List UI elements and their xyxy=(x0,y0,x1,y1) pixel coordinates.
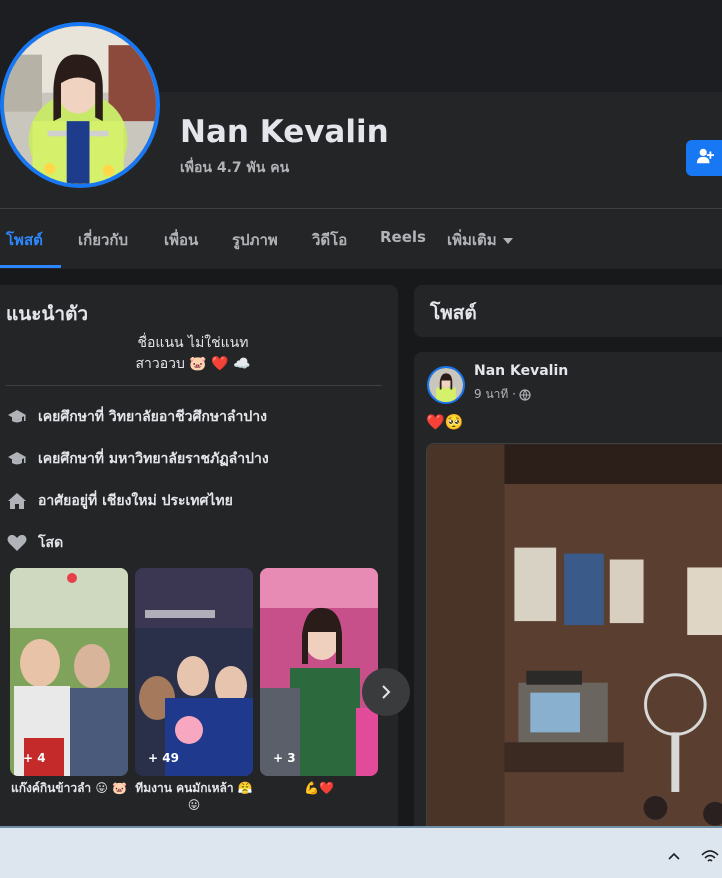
profile-avatar[interactable] xyxy=(0,22,160,188)
tab-friends[interactable]: เพื่อน xyxy=(164,228,198,252)
info-education-1-text: เคยศึกษาที่ วิทยาลัยอาชีวศึกษาลำปาง xyxy=(38,409,267,425)
featured-thumb-1[interactable]: + 4 xyxy=(10,568,128,776)
active-tab-indicator xyxy=(0,265,61,268)
bio-line-1: ชื่อแนน ไม่ใช่แนท xyxy=(137,335,249,351)
tab-more-label: เพิ่มเติม xyxy=(447,231,497,249)
profile-tabs: โพสต์ เกี่ยวกับ เพื่อน รูปภาพ วิดีโอ Ree… xyxy=(0,209,722,269)
globe-icon xyxy=(519,388,531,401)
info-lives-in[interactable]: อาศัยอยู่ที่ เชียงใหม่ ประเทศไทย xyxy=(6,489,233,513)
add-friend-icon xyxy=(696,147,714,169)
tab-photos[interactable]: รูปภาพ xyxy=(232,228,278,252)
home-icon xyxy=(6,490,28,512)
friends-count[interactable]: เพื่อน 4.7 พัน คน xyxy=(180,157,289,179)
bio-divider xyxy=(6,385,382,386)
chevron-down-icon xyxy=(502,237,513,244)
info-relationship[interactable]: โสด xyxy=(6,531,63,555)
profile-name: Nan Kevalin xyxy=(180,114,389,150)
wifi-icon[interactable] xyxy=(700,846,720,866)
info-relationship-text: โสด xyxy=(38,535,64,551)
featured-thumb-3[interactable]: + 3 xyxy=(260,568,378,776)
posts-title: โพสต์ xyxy=(430,302,477,324)
info-education-2-text: เคยศึกษาที่ มหาวิทยาลัยราชภัฏลำปาง xyxy=(38,451,269,467)
post-timestamp[interactable]: 9 นาที · xyxy=(474,385,531,404)
chevron-right-icon xyxy=(382,685,391,699)
featured-caption-2[interactable]: ทีมงาน คนมักเหล้า 😤😛 xyxy=(132,780,256,814)
featured-caption-1[interactable]: แก๊งค์กินข้าวลำ 😛 🐷 xyxy=(7,780,131,797)
chevron-up-icon[interactable] xyxy=(666,848,682,864)
graduation-cap-icon xyxy=(6,448,28,470)
info-lives-in-text: อาศัยอยู่ที่ เชียงใหม่ ประเทศไทย xyxy=(38,493,233,509)
tab-reels[interactable]: Reels xyxy=(380,228,426,246)
post-image[interactable] xyxy=(426,443,722,833)
tab-more[interactable]: เพิ่มเติม xyxy=(447,228,513,252)
taskbar xyxy=(0,828,722,878)
graduation-cap-icon xyxy=(6,406,28,428)
tab-about[interactable]: เกี่ยวกับ xyxy=(78,228,128,252)
post-author-name[interactable]: Nan Kevalin xyxy=(474,363,568,379)
post-author-avatar[interactable] xyxy=(427,366,465,404)
tab-videos[interactable]: วิดีโอ xyxy=(312,228,347,252)
post-text: ❤️🥺 xyxy=(426,413,464,431)
profile-page: Nan Kevalin เพื่อน 4.7 พัน คน โพสต์ เกี่… xyxy=(0,0,722,878)
add-friend-button[interactable] xyxy=(686,140,722,176)
featured-count: + 49 xyxy=(148,751,179,765)
heart-icon xyxy=(6,532,28,554)
info-education-2[interactable]: เคยศึกษาที่ มหาวิทยาลัยราชภัฏลำปาง xyxy=(6,447,269,471)
featured-caption-3[interactable]: 💪❤️ xyxy=(257,780,381,797)
intro-title: แนะนำตัว xyxy=(6,303,89,325)
info-education-1[interactable]: เคยศึกษาที่ วิทยาลัยอาชีวศึกษาลำปาง xyxy=(6,405,267,429)
tab-posts[interactable]: โพสต์ xyxy=(6,228,43,252)
bio-line-2: สาวอวบ 🐷 ❤️ ☁️ xyxy=(135,356,251,372)
featured-count: + 3 xyxy=(273,751,296,765)
featured-next-button[interactable] xyxy=(362,668,410,716)
post-time-text: 9 นาที · xyxy=(474,387,516,401)
featured-count: + 4 xyxy=(23,751,46,765)
featured-thumb-2[interactable]: + 49 xyxy=(135,568,253,776)
bio: ชื่อแนน ไม่ใช่แนท สาวอวบ 🐷 ❤️ ☁️ xyxy=(100,333,286,375)
